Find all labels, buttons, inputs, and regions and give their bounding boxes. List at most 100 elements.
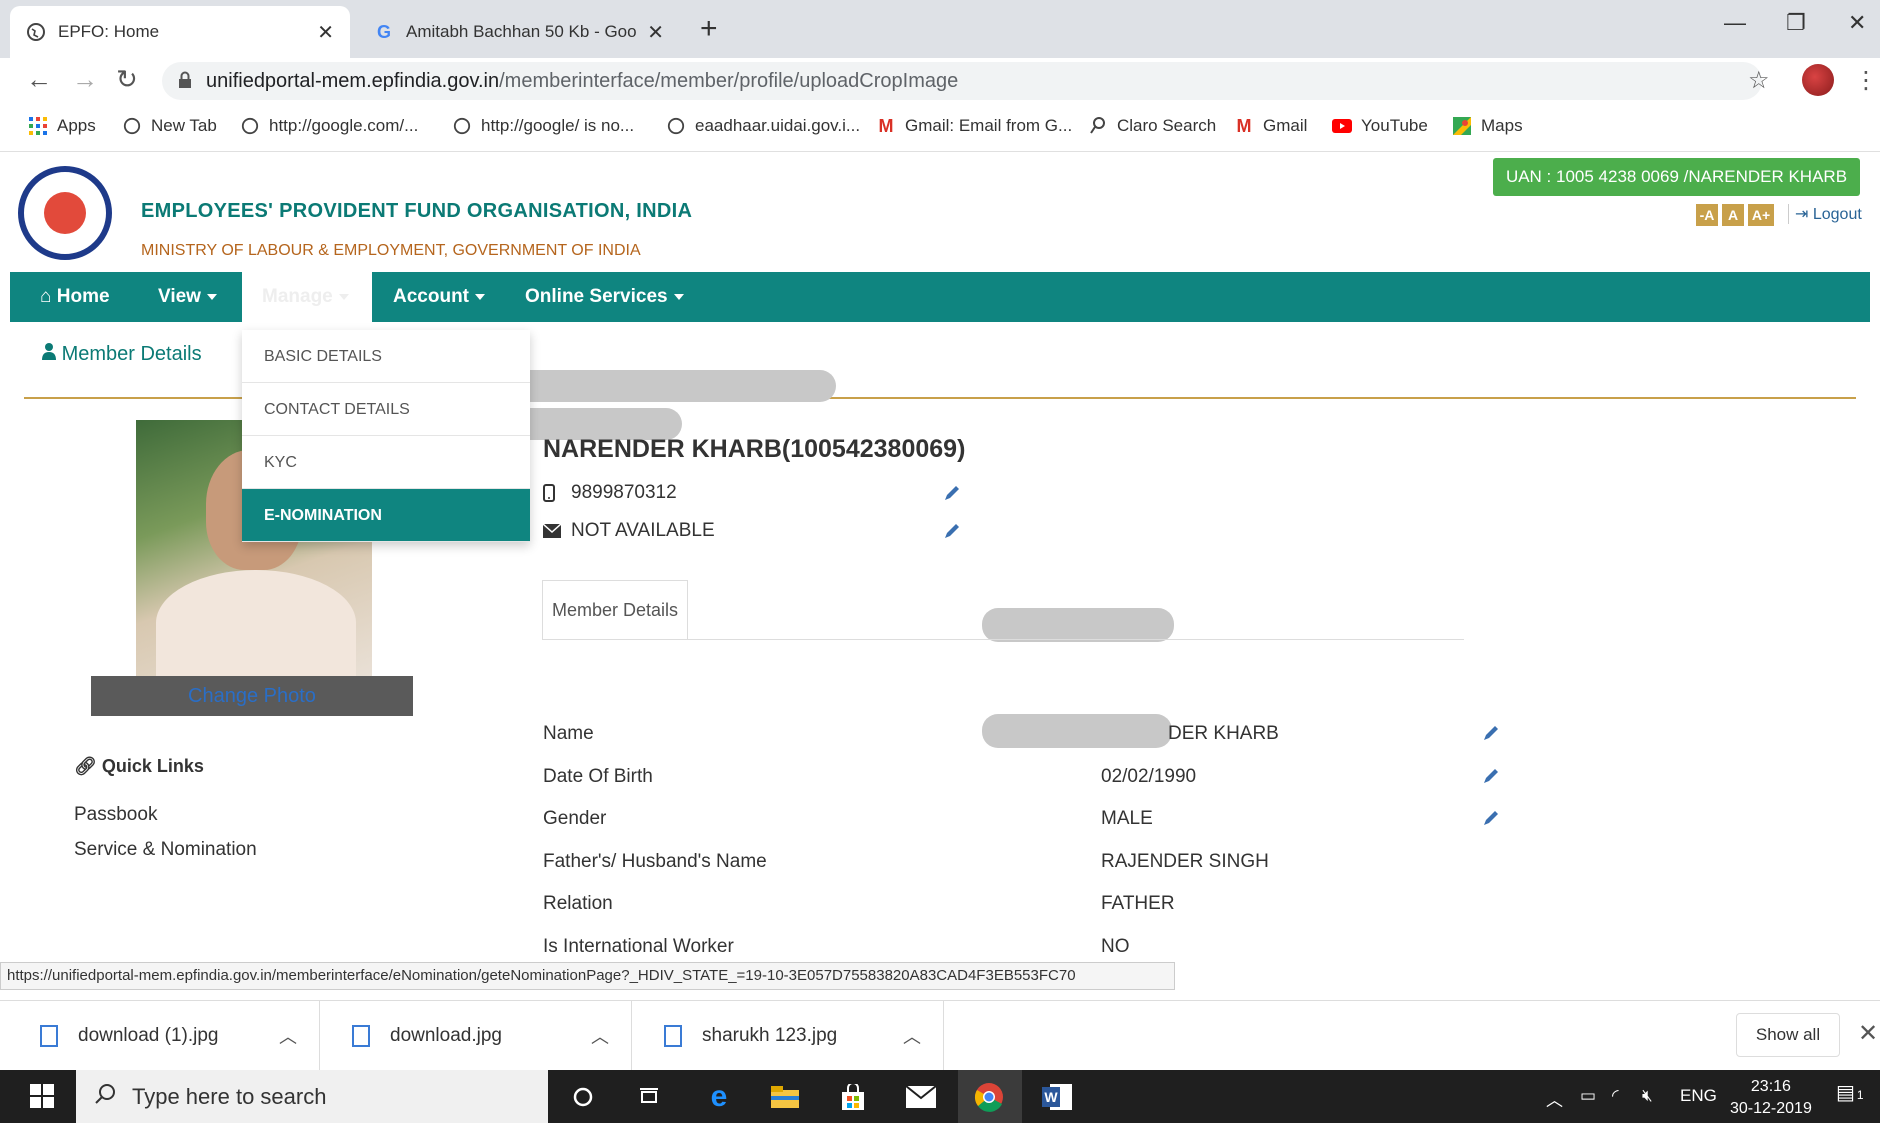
- download-item[interactable]: sharukh 123.jpg ︿: [634, 1001, 944, 1071]
- profile-avatar[interactable]: [1802, 64, 1834, 96]
- font-decrease-button[interactable]: -A: [1696, 204, 1718, 226]
- menu-item-kyc[interactable]: KYC: [242, 436, 530, 489]
- edge-icon[interactable]: e: [702, 1080, 736, 1114]
- nav-manage-label: Manage: [262, 286, 333, 307]
- reload-icon[interactable]: ↻: [116, 64, 138, 95]
- search-icon: [94, 1083, 116, 1111]
- close-window-icon[interactable]: ✕: [1848, 10, 1866, 36]
- wifi-icon[interactable]: ◜: [1612, 1086, 1619, 1106]
- battery-icon[interactable]: ▭: [1580, 1086, 1596, 1106]
- link-status-bar: https://unifiedportal-mem.epfindia.gov.i…: [0, 962, 1175, 990]
- font-normal-button[interactable]: A: [1722, 204, 1744, 226]
- edit-gender-icon[interactable]: [1482, 809, 1500, 827]
- svg-text:W: W: [1044, 1089, 1058, 1105]
- quick-link-service-nomination[interactable]: Service & Nomination: [74, 839, 257, 861]
- nav-online-services[interactable]: Online Services: [525, 272, 684, 322]
- download-item[interactable]: download (1).jpg ︿: [10, 1001, 320, 1071]
- file-explorer-icon[interactable]: [768, 1080, 802, 1114]
- email-value: NOT AVAILABLE: [571, 520, 715, 541]
- clock-time: 23:16: [1750, 1078, 1791, 1095]
- windows-start-icon[interactable]: [30, 1084, 54, 1108]
- bookmark-claro-search[interactable]: Claro Search: [1088, 116, 1216, 136]
- bookmark-google-not[interactable]: http://google/ is no...: [452, 116, 634, 136]
- edit-name-icon[interactable]: [1482, 724, 1500, 742]
- cortana-icon[interactable]: [566, 1080, 600, 1114]
- redaction-bar: [982, 608, 1174, 642]
- nav-account-label: Account: [393, 286, 469, 307]
- language-indicator[interactable]: ENG: [1680, 1086, 1717, 1106]
- back-icon[interactable]: ←: [26, 64, 52, 95]
- show-all-downloads-button[interactable]: Show all: [1736, 1013, 1840, 1057]
- forward-icon[interactable]: →: [72, 64, 98, 95]
- bookmark-youtube[interactable]: YouTube: [1332, 116, 1428, 136]
- chevron-up-icon[interactable]: ︿: [279, 1023, 297, 1049]
- detail-value-relation: FATHER: [1101, 893, 1175, 914]
- volume-muted-icon[interactable]: 🔇︎: [1642, 1086, 1653, 1106]
- youtube-icon: [1332, 116, 1352, 136]
- menu-item-contact-details[interactable]: CONTACT DETAILS: [242, 383, 530, 436]
- word-icon[interactable]: W: [1040, 1080, 1074, 1114]
- restore-icon[interactable]: ❐: [1786, 10, 1806, 36]
- font-increase-button[interactable]: A+: [1748, 204, 1774, 226]
- tab-epfo-home[interactable]: EPFO: Home ✕: [10, 6, 350, 58]
- menu-item-basic-details[interactable]: BASIC DETAILS: [242, 330, 530, 383]
- menu-item-e-nomination[interactable]: E-NOMINATION: [242, 489, 530, 542]
- bookmark-maps[interactable]: Maps: [1452, 116, 1523, 136]
- chevron-up-icon[interactable]: ︿: [1546, 1086, 1563, 1111]
- url-path: /memberinterface/member/profile/uploadCr…: [499, 69, 959, 92]
- browser-toolbar: ← → ↻ unifiedportal-mem.epfindia.gov.in /…: [0, 58, 1880, 104]
- notification-icon[interactable]: ▤ 1: [1836, 1080, 1864, 1105]
- detail-value-international-worker: NO: [1101, 936, 1130, 957]
- tab-member-details[interactable]: Member Details: [542, 580, 688, 640]
- task-view-icon[interactable]: [632, 1080, 666, 1114]
- browser-menu-icon[interactable]: ⋮: [1854, 66, 1878, 95]
- bookmark-eaadhaar[interactable]: eaadhaar.uidai.gov.i...: [666, 116, 860, 136]
- bookmark-google-com[interactable]: http://google.com/...: [240, 116, 418, 136]
- redaction-bar: [482, 370, 836, 402]
- taskbar-search-box[interactable]: Type here to search: [76, 1070, 548, 1123]
- edit-phone-icon[interactable]: [943, 484, 961, 502]
- bookmark-label: New Tab: [151, 116, 217, 135]
- chevron-up-icon[interactable]: ︿: [903, 1023, 921, 1049]
- bookmark-gmail[interactable]: M Gmail: [1234, 116, 1308, 136]
- quick-link-passbook[interactable]: Passbook: [74, 804, 157, 826]
- store-icon[interactable]: [836, 1080, 870, 1114]
- detail-label-relation: Relation: [543, 893, 613, 914]
- globe-icon: [452, 116, 472, 136]
- logout-icon: ⇥: [1795, 206, 1809, 223]
- chrome-icon[interactable]: [972, 1080, 1006, 1114]
- tab-google-search[interactable]: G Amitabh Bachhan 50 Kb - Googl ✕: [358, 6, 680, 58]
- nav-view[interactable]: View: [158, 272, 217, 322]
- address-bar[interactable]: unifiedportal-mem.epfindia.gov.in/member…: [162, 62, 1762, 100]
- bookmark-apps[interactable]: Apps: [28, 116, 96, 136]
- nav-online-services-label: Online Services: [525, 286, 668, 307]
- bookmark-star-icon[interactable]: ☆: [1748, 66, 1770, 95]
- search-icon: [1088, 116, 1108, 136]
- close-tab-icon[interactable]: ✕: [317, 20, 334, 45]
- bookmark-gmail-email[interactable]: M Gmail: Email from G...: [876, 116, 1073, 136]
- change-photo-button[interactable]: Change Photo: [91, 676, 413, 716]
- new-tab-button[interactable]: +: [700, 12, 718, 46]
- nav-home[interactable]: ⌂ Home: [40, 272, 110, 322]
- download-item[interactable]: download.jpg ︿: [322, 1001, 632, 1071]
- logout-link[interactable]: ⇥ Logout: [1788, 204, 1862, 224]
- nav-manage[interactable]: Manage: [242, 272, 372, 322]
- image-file-icon: [40, 1025, 58, 1047]
- redaction-bar: [982, 714, 1172, 748]
- edit-email-icon[interactable]: [943, 522, 961, 540]
- detail-value-name: DER KHARB: [1168, 723, 1279, 744]
- edit-dob-icon[interactable]: [1482, 767, 1500, 785]
- minimize-icon[interactable]: —: [1724, 10, 1746, 36]
- mail-icon[interactable]: [904, 1080, 938, 1114]
- close-downloads-icon[interactable]: ✕: [1858, 1019, 1878, 1048]
- detail-label-name: Name: [543, 723, 594, 744]
- caret-down-icon: [673, 293, 684, 300]
- chevron-up-icon[interactable]: ︿: [591, 1023, 609, 1049]
- image-file-icon: [352, 1025, 370, 1047]
- nav-account[interactable]: Account: [393, 272, 485, 322]
- bookmark-label: Claro Search: [1117, 116, 1217, 135]
- bookmark-label: YouTube: [1361, 116, 1428, 135]
- close-tab-icon[interactable]: ✕: [647, 20, 664, 45]
- taskbar-clock[interactable]: 23:16 30-12-2019: [1730, 1076, 1812, 1120]
- bookmark-new-tab[interactable]: New Tab: [122, 116, 217, 136]
